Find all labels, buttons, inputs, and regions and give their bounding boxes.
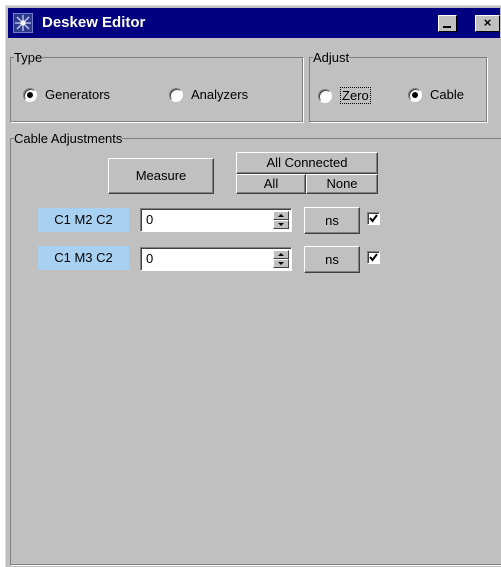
spin-down-icon[interactable] [273, 220, 289, 229]
adjust-group-legend: Adjust [313, 50, 350, 65]
minimize-icon [443, 26, 451, 28]
unit-button[interactable]: ns [304, 207, 360, 234]
spinner[interactable] [273, 211, 289, 229]
cable-row-name: C1 M2 C2 [38, 208, 129, 232]
unit-button[interactable]: ns [304, 246, 360, 273]
select-none-button[interactable]: None [306, 174, 378, 194]
radio-cable-label: Cable [430, 87, 464, 102]
cable-adjustments-legend: Cable Adjustments [14, 131, 123, 146]
cable-delay-input[interactable]: 0 [140, 247, 292, 271]
cable-delay-value: 0 [146, 212, 154, 227]
radio-analyzers[interactable]: Analyzers [169, 87, 248, 102]
radio-zero[interactable]: Zero [318, 87, 371, 104]
radio-cable[interactable]: Cable [408, 87, 464, 102]
cable-delay-input[interactable]: 0 [140, 208, 292, 232]
close-icon: × [483, 15, 492, 30]
radio-indicator [23, 87, 37, 102]
spin-down-icon[interactable] [273, 259, 289, 268]
radio-generators-label: Generators [45, 87, 111, 102]
cable-delay-value: 0 [146, 251, 154, 266]
cable-adjustments-group: Cable Adjustments Measure All Connected … [10, 131, 501, 565]
cable-enable-checkbox[interactable] [367, 212, 380, 225]
radio-generators[interactable]: Generators [23, 87, 110, 102]
starburst-icon[interactable] [13, 13, 33, 33]
check-icon [369, 253, 378, 262]
close-button[interactable]: × [475, 15, 500, 32]
radio-indicator [408, 87, 422, 102]
radio-indicator [169, 87, 183, 102]
window-title: Deskew Editor [42, 14, 146, 31]
type-group-legend: Type [14, 50, 43, 65]
minimize-button[interactable] [438, 15, 457, 32]
spin-up-icon[interactable] [273, 211, 289, 220]
adjust-group: Adjust Zero Cable [309, 50, 487, 122]
spinner[interactable] [273, 250, 289, 268]
radio-indicator [318, 88, 332, 103]
all-connected-button[interactable]: All Connected [236, 152, 378, 174]
cable-row-name: C1 M3 C2 [38, 246, 129, 270]
radio-analyzers-label: Analyzers [191, 87, 249, 102]
deskew-editor-window: Deskew Editor × Type Generators Analyzer… [5, 5, 501, 567]
check-icon [369, 214, 378, 223]
measure-button[interactable]: Measure [108, 158, 214, 194]
type-group: Type Generators Analyzers [10, 50, 303, 122]
cable-enable-checkbox[interactable] [367, 251, 380, 264]
select-all-button[interactable]: All [236, 174, 306, 194]
radio-zero-label: Zero [340, 87, 371, 104]
title-bar[interactable]: Deskew Editor × [8, 8, 500, 38]
spin-up-icon[interactable] [273, 250, 289, 259]
